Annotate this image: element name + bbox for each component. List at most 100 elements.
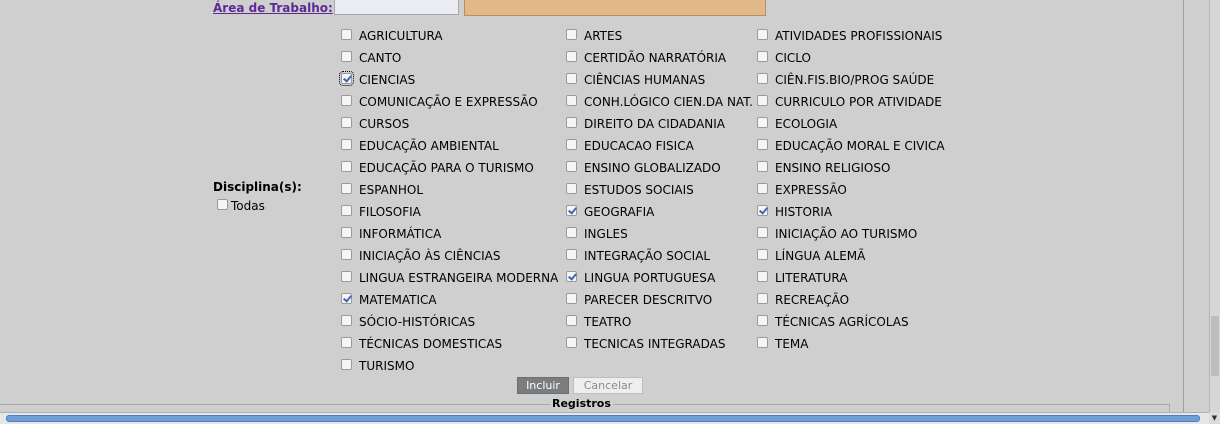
disciplina-option[interactable]: COMUNICAÇÃO E EXPRESSÃO [341, 89, 558, 111]
disciplina-option[interactable]: CURRICULO POR ATIVIDADE [757, 89, 945, 111]
vertical-scrollbar[interactable] [1209, 0, 1220, 412]
disciplina-option[interactable]: LÍNGUA ALEMÃ [757, 243, 945, 265]
disciplina-checkbox[interactable] [757, 50, 768, 62]
disciplina-option[interactable]: TECNICAS INTEGRADAS [566, 331, 753, 353]
disciplina-option[interactable]: INTEGRAÇÃO SOCIAL [566, 243, 753, 265]
area-trabalho-select[interactable] [464, 0, 766, 16]
disciplina-option[interactable]: ECOLOGIA [757, 111, 945, 133]
disciplina-checkbox[interactable] [757, 94, 768, 106]
disciplina-option[interactable]: EDUCAÇÃO AMBIENTAL [341, 133, 558, 155]
disciplina-checkbox[interactable] [341, 248, 352, 260]
disciplina-checkbox[interactable] [341, 204, 352, 216]
disciplina-option[interactable]: CERTIDÃO NARRATÓRIA [566, 45, 753, 67]
disciplina-option[interactable]: ARTES [566, 23, 753, 45]
disciplina-checkbox[interactable] [341, 182, 352, 194]
disciplina-checkbox[interactable] [757, 160, 768, 172]
disciplina-option[interactable]: EDUCACAO FISICA [566, 133, 753, 155]
disciplina-option[interactable]: LITERATURA [757, 265, 945, 287]
disciplina-option[interactable]: MATEMATICA [341, 287, 558, 309]
disciplina-checkbox[interactable] [757, 116, 768, 128]
disciplina-checkbox[interactable] [566, 94, 577, 106]
disciplina-checkbox[interactable] [757, 270, 768, 282]
disciplina-checkbox[interactable] [566, 182, 577, 194]
disciplina-checkbox[interactable] [757, 138, 768, 150]
incluir-button[interactable]: Incluir [517, 377, 569, 394]
cancelar-button[interactable]: Cancelar [573, 377, 643, 394]
disciplina-option[interactable]: CIENCIAS [339, 67, 558, 89]
disciplina-option[interactable]: CONH.LÓGICO CIEN.DA NAT. [566, 89, 753, 111]
disciplina-option[interactable]: ESPANHOL [341, 177, 558, 199]
disciplina-checkbox[interactable] [757, 248, 768, 260]
disciplina-checkbox[interactable] [757, 182, 768, 194]
disciplina-checkbox[interactable] [341, 116, 352, 128]
disciplina-checkbox[interactable] [341, 336, 352, 348]
disciplina-option[interactable]: RECREAÇÃO [757, 287, 945, 309]
disciplina-checkbox[interactable] [566, 138, 577, 150]
disciplina-option[interactable]: LINGUA ESTRANGEIRA MODERNA [341, 265, 558, 287]
disciplina-checkbox[interactable] [566, 72, 577, 84]
disciplina-option[interactable]: EDUCAÇÃO PARA O TURISMO [341, 155, 558, 177]
disciplina-checkbox[interactable] [566, 314, 577, 326]
disciplina-checkbox[interactable] [341, 292, 352, 304]
disciplina-checkbox[interactable] [566, 50, 577, 62]
disciplina-checkbox[interactable] [757, 204, 768, 216]
disciplina-checkbox[interactable] [566, 292, 577, 304]
disciplina-checkbox[interactable] [566, 204, 577, 216]
disciplina-checkbox[interactable] [566, 116, 577, 128]
disciplina-checkbox[interactable] [566, 28, 577, 40]
disciplina-checkbox[interactable] [566, 248, 577, 260]
vertical-scroll-thumb[interactable] [1211, 316, 1219, 376]
disciplina-checkbox[interactable] [566, 160, 577, 172]
disciplina-option[interactable]: ESTUDOS SOCIAIS [566, 177, 753, 199]
disciplina-option[interactable]: TÉCNICAS AGRÍCOLAS [757, 309, 945, 331]
disciplina-option[interactable]: TÉCNICAS DOMESTICAS [341, 331, 558, 353]
disciplina-option[interactable]: CIÊNCIAS HUMANAS [566, 67, 753, 89]
disciplina-option[interactable]: CURSOS [341, 111, 558, 133]
disciplina-option[interactable]: ATIVIDADES PROFISSIONAIS [757, 23, 945, 45]
disciplina-option[interactable]: CICLO [757, 45, 945, 67]
todas-checkbox[interactable] [217, 198, 228, 210]
disciplina-option[interactable]: CIÊN.FIS.BIO/PROG SAÚDE [757, 67, 945, 89]
area-trabalho-input[interactable] [334, 0, 459, 15]
disciplina-checkbox[interactable] [341, 50, 352, 62]
disciplina-checkbox[interactable] [341, 28, 352, 40]
disciplina-option[interactable]: GEOGRAFIA [566, 199, 753, 221]
disciplina-checkbox[interactable] [566, 270, 577, 282]
disciplina-option[interactable]: EXPRESSÃO [757, 177, 945, 199]
disciplina-checkbox[interactable] [757, 336, 768, 348]
disciplina-checkbox[interactable] [566, 226, 577, 238]
disciplina-option[interactable]: ENSINO GLOBALIZADO [566, 155, 753, 177]
disciplina-option[interactable]: CANTO [341, 45, 558, 67]
disciplina-option[interactable]: INICIAÇÃO AO TURISMO [757, 221, 945, 243]
horizontal-scroll-thumb[interactable] [6, 415, 1200, 422]
disciplina-option[interactable]: TURISMO [341, 353, 558, 375]
disciplina-option[interactable]: TEATRO [566, 309, 753, 331]
disciplina-checkbox[interactable] [757, 292, 768, 304]
disciplina-option[interactable]: SÓCIO-HISTÓRICAS [341, 309, 558, 331]
disciplina-option[interactable]: TEMA [757, 331, 945, 353]
disciplina-option[interactable]: PARECER DESCRITVO [566, 287, 753, 309]
disciplina-option[interactable]: LINGUA PORTUGUESA [566, 265, 753, 287]
disciplina-option[interactable]: FILOSOFIA [341, 199, 558, 221]
disciplina-option[interactable]: INICIAÇÃO ÀS CIÊNCIAS [341, 243, 558, 265]
disciplina-checkbox[interactable] [339, 70, 354, 86]
disciplina-checkbox[interactable] [566, 336, 577, 348]
disciplina-option[interactable]: ENSINO RELIGIOSO [757, 155, 945, 177]
disciplina-checkbox[interactable] [341, 138, 352, 150]
disciplina-checkbox[interactable] [341, 94, 352, 106]
scroll-down-arrow-icon[interactable]: ▼ [1209, 412, 1220, 424]
disciplina-checkbox[interactable] [341, 270, 352, 282]
disciplina-option[interactable]: INGLES [566, 221, 753, 243]
disciplina-checkbox[interactable] [757, 226, 768, 238]
disciplina-checkbox[interactable] [341, 160, 352, 172]
disciplina-checkbox[interactable] [341, 314, 352, 326]
disciplina-checkbox[interactable] [757, 314, 768, 326]
disciplina-checkbox[interactable] [757, 72, 768, 84]
disciplina-option[interactable]: INFORMÁTICA [341, 221, 558, 243]
disciplina-checkbox[interactable] [341, 226, 352, 238]
todas-option[interactable]: Todas [217, 197, 265, 213]
disciplina-checkbox[interactable] [757, 28, 768, 40]
disciplina-option[interactable]: AGRICULTURA [341, 23, 558, 45]
disciplina-option[interactable]: EDUCAÇÃO MORAL E CIVICA [757, 133, 945, 155]
disciplina-option[interactable]: HISTORIA [757, 199, 945, 221]
